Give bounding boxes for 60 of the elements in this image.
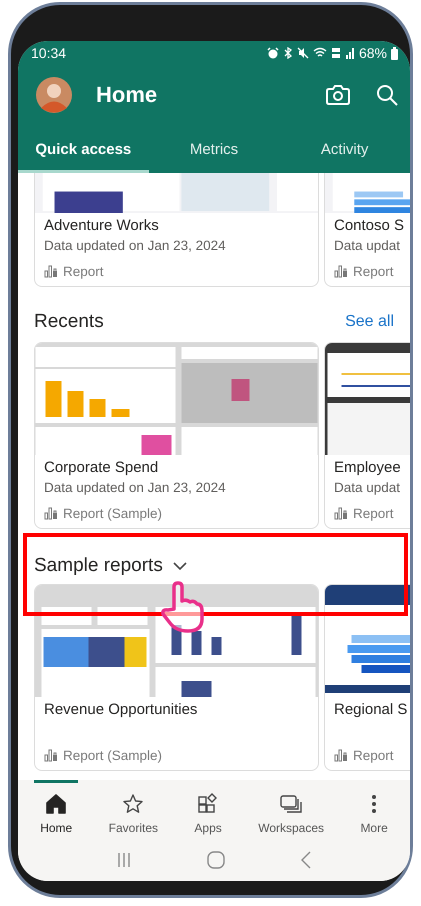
updated-date: Data updated on Jan 23, 2024 [44, 237, 227, 255]
battery-percent: 68% [358, 45, 387, 61]
more-icon [371, 793, 378, 815]
recent-apps-icon[interactable] [116, 852, 132, 868]
report-card[interactable]: Contoso S Data updat Report [324, 173, 410, 287]
see-all-link[interactable]: See all [345, 313, 394, 331]
mute-icon [296, 47, 309, 59]
home-icon [45, 793, 68, 815]
report-title: Revenue Opportunities [44, 700, 198, 720]
report-icon [44, 506, 58, 520]
report-title: Adventure Works [44, 216, 160, 236]
bluetooth-icon [282, 47, 293, 59]
alarm-icon [266, 47, 279, 59]
apps-icon [197, 793, 220, 815]
nav-item[interactable]: More [354, 780, 394, 845]
report-type: Report [63, 264, 104, 278]
signal-icon [344, 47, 355, 59]
home-button-icon[interactable] [206, 851, 225, 869]
wifi-icon [312, 47, 327, 59]
section-heading: Sample reports [34, 555, 163, 577]
report-icon [44, 264, 58, 278]
report-icon [334, 506, 348, 520]
tab[interactable]: Metrics [148, 125, 280, 173]
report-title: Regional S [334, 700, 408, 720]
page-title: Home [96, 82, 158, 108]
report-icon [334, 264, 348, 278]
nav-item[interactable]: Apps [188, 780, 228, 845]
report-card[interactable]: Regional S Report [324, 584, 410, 771]
search-icon[interactable] [376, 84, 398, 106]
star-icon [122, 793, 144, 815]
report-icon [44, 748, 58, 762]
report-card[interactable]: Employee Data updat Report [324, 342, 410, 529]
back-icon[interactable] [300, 851, 312, 869]
nav-item[interactable]: Workspaces [252, 780, 330, 845]
updated-date: Data updat [334, 237, 402, 255]
lte-icon [330, 47, 341, 59]
avatar[interactable] [36, 77, 72, 113]
chevron-down-icon[interactable] [172, 562, 187, 570]
report-type: Report [353, 506, 394, 520]
report-type: Report [353, 264, 394, 278]
report-title: Contoso S [334, 216, 406, 236]
nav-item[interactable]: Favorites [102, 780, 164, 845]
report-card[interactable]: Corporate Spend Data updated on Jan 23, 2024 Report (Sample) [34, 342, 319, 529]
report-type: Report [353, 748, 394, 762]
camera-icon[interactable] [326, 84, 350, 106]
battery-icon [391, 46, 398, 60]
tab[interactable]: Activity [279, 125, 410, 173]
report-type: Report (Sample) [63, 748, 162, 762]
report-title: Employee [334, 458, 402, 478]
section-heading: Recents [34, 311, 104, 333]
updated-date: Data updat [334, 479, 402, 497]
report-type: Report (Sample) [63, 506, 162, 520]
status-time: 10:34 [31, 45, 66, 61]
report-title: Corporate Spend [44, 458, 160, 478]
report-card[interactable]: Revenue Opportunities Report (Sample) [34, 584, 319, 771]
report-card[interactable]: Adventure Works Data updated on Jan 23, 2024 Report [34, 173, 319, 287]
workspaces-icon [279, 793, 304, 815]
updated-date: Data updated on Jan 23, 2024 [44, 479, 227, 497]
pointer-hand-icon [160, 581, 204, 633]
report-icon [334, 748, 348, 762]
